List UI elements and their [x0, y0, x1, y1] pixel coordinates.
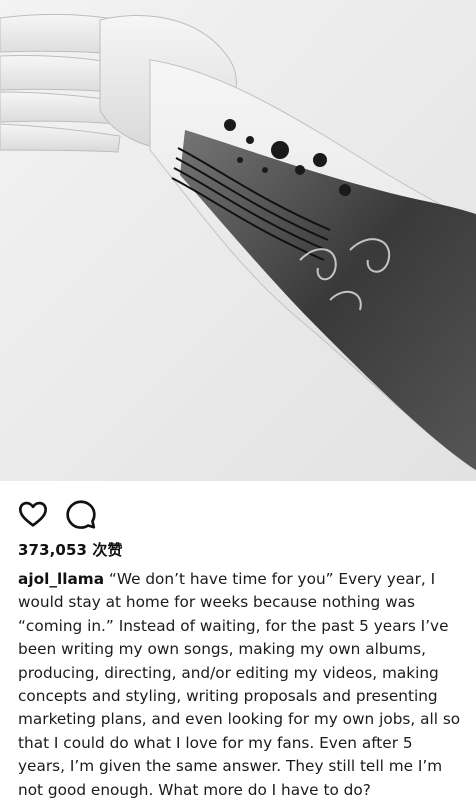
caption-text: “We don’t have time for you” Every year,…	[18, 570, 461, 799]
post-actions-bar	[0, 481, 476, 539]
like-button[interactable]	[16, 497, 50, 531]
caption-username[interactable]: ajol_llama	[18, 570, 104, 588]
likes-suffix: 次赞	[92, 541, 123, 559]
speech-bubble-icon	[66, 500, 96, 529]
heart-outline-icon	[19, 501, 47, 527]
post-photo[interactable]	[0, 0, 476, 481]
post-caption: ajol_llama “We don’t have time for you” …	[18, 568, 463, 802]
likes-number: 373,053	[18, 541, 88, 559]
likes-count[interactable]: 373,053 次赞	[18, 539, 123, 560]
comment-button[interactable]	[64, 497, 98, 531]
